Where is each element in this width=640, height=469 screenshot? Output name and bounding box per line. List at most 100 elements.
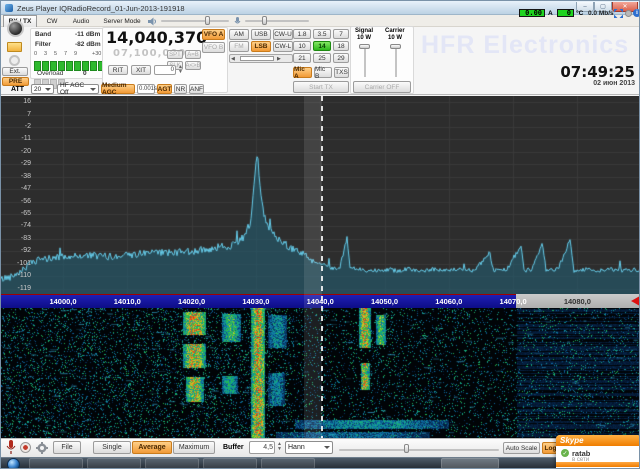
ext-button[interactable]: Ext.: [2, 67, 28, 76]
zoom-slider-track[interactable]: [339, 449, 499, 451]
start-tx-button[interactable]: Start TX: [293, 81, 349, 93]
fullscreen-arrows-icon[interactable]: [614, 9, 623, 18]
auto-scale-button[interactable]: Auto Scale: [503, 442, 540, 454]
signal-slider-thumb[interactable]: [359, 44, 370, 49]
taskbar-app-button[interactable]: [203, 458, 257, 469]
volume-slider-thumb[interactable]: [205, 16, 210, 25]
spectrum-y-label: -119: [3, 285, 31, 292]
mic-slider-track[interactable]: [245, 20, 309, 22]
medium-agc-button[interactable]: Medium AGC: [101, 84, 135, 94]
zoom-slider-thumb[interactable]: [404, 444, 409, 453]
mode-fm-button[interactable]: FM: [229, 41, 249, 52]
mode-cwu-button[interactable]: CW-U: [273, 29, 293, 40]
tab-cw[interactable]: CW: [41, 15, 63, 27]
buffer-spinner[interactable]: 4,5: [249, 441, 275, 454]
skype-popup-header: Skype: [556, 435, 640, 446]
ruler-label: 14070,0: [489, 297, 537, 306]
file-button[interactable]: File: [53, 441, 81, 454]
carrier-label: Carrier: [385, 28, 405, 34]
volume-slider-track[interactable]: [161, 20, 229, 22]
att-combo[interactable]: 20: [31, 84, 54, 94]
single-button[interactable]: Single: [93, 441, 131, 454]
record-icon[interactable]: [20, 442, 31, 453]
spectrum-y-label: -101: [3, 260, 31, 267]
s-meter-scale-label: 9: [74, 51, 77, 57]
skype-notification[interactable]: Skype ✓ ratab в сети: [556, 435, 640, 469]
tab-audio[interactable]: Audio: [67, 15, 95, 27]
buffer-spinner-arrows-icon[interactable]: ▲▼: [277, 442, 282, 452]
rit-button[interactable]: RIT: [108, 65, 128, 75]
mic-a-button[interactable]: Mic A: [293, 67, 312, 78]
taskbar-app-button[interactable]: [29, 458, 83, 469]
scrollbar-thumb[interactable]: [240, 56, 274, 61]
hf-agc-combo[interactable]: HF AGC Off: [57, 84, 99, 94]
gear-icon[interactable]: [36, 442, 48, 454]
overload-label: Overload: [37, 70, 63, 77]
open-file-folder-icon[interactable]: [7, 42, 22, 52]
ruler-label: 14080,0: [553, 297, 601, 306]
anf-button[interactable]: ANF: [189, 84, 204, 94]
carrier-value: 10 W: [388, 35, 402, 41]
xit-button[interactable]: XIT: [131, 65, 151, 75]
band-1-8-button[interactable]: 1.8: [293, 29, 311, 39]
average-button[interactable]: Average: [132, 441, 172, 454]
bitrate-label: 0.0 Mb/s: [588, 10, 614, 17]
taskbar-app-button-active[interactable]: [441, 458, 499, 469]
band-21-button[interactable]: 21: [293, 53, 311, 63]
start-button[interactable]: [7, 458, 20, 469]
mic-slider-thumb[interactable]: [262, 16, 267, 25]
a-equals-b-button[interactable]: A=B: [185, 50, 201, 59]
agt-button[interactable]: AGT: [157, 84, 172, 94]
mode-usb-button[interactable]: USB: [251, 29, 271, 40]
pre-button[interactable]: PRE: [2, 77, 29, 86]
microphone-icon[interactable]: [6, 440, 16, 455]
taskbar-app-button[interactable]: [145, 458, 199, 469]
taskbar-app-button[interactable]: [261, 458, 315, 469]
current-led: 0.00: [519, 9, 545, 17]
signal-slider-track[interactable]: [364, 47, 366, 77]
mode-lsb-button[interactable]: LSB: [251, 41, 271, 52]
tab-server-mode[interactable]: Server Mode: [99, 15, 145, 27]
spectrum-y-label: -110: [3, 272, 31, 279]
tuned-frequency-line[interactable]: [321, 96, 323, 438]
band-14-button[interactable]: 14: [313, 41, 331, 51]
window-function-combo[interactable]: Hann: [285, 441, 333, 454]
mode-cwl-button[interactable]: CW-L: [273, 41, 293, 52]
chevron-down-icon: [324, 446, 330, 449]
record-progress-line: [1, 294, 516, 295]
nr-button[interactable]: NR: [174, 84, 187, 94]
vfo-b-button[interactable]: VFO B: [202, 42, 225, 53]
vfo-a-button[interactable]: VFO A: [202, 29, 225, 40]
spectrum-y-label: -11: [3, 135, 31, 142]
filter-width-scrollbar[interactable]: ◀ ▶: [229, 54, 293, 63]
agc-time-field[interactable]: 0.001s: [137, 84, 155, 94]
main-frequency-display[interactable]: 14,040,370: [106, 28, 207, 47]
taskbar-app-button[interactable]: [87, 458, 141, 469]
tune-knob-icon[interactable]: [7, 20, 24, 37]
band-29-button[interactable]: 29: [333, 53, 349, 63]
maximum-button[interactable]: Maximum: [173, 441, 215, 454]
info-icon[interactable]: i: [633, 9, 640, 17]
spectrum-y-label: -2: [3, 123, 31, 130]
band-18-button[interactable]: 18: [333, 41, 349, 51]
spinner-arrows-icon[interactable]: ▲▼: [178, 65, 183, 75]
band-10-button[interactable]: 10: [293, 41, 311, 51]
scroll-right-icon[interactable]: ▶: [277, 56, 284, 61]
txs-button[interactable]: TXS: [334, 67, 349, 78]
band-3-5-button[interactable]: 3.5: [313, 29, 331, 39]
spectrum-y-label: -38: [3, 173, 31, 180]
stop-icon[interactable]: [9, 55, 20, 66]
a-swap-b-button[interactable]: A<>B: [185, 61, 201, 70]
mic-b-button[interactable]: Mic B: [314, 67, 332, 78]
band-25-button[interactable]: 25: [313, 53, 331, 63]
scroll-left-icon[interactable]: ◀: [231, 56, 238, 61]
rit-offset-spinner[interactable]: 0: [154, 65, 176, 75]
carrier-slider-track[interactable]: [395, 47, 397, 77]
carrier-off-button[interactable]: Carrier OFF: [353, 81, 411, 93]
carrier-slider-thumb[interactable]: [390, 44, 401, 49]
zeus-player-window: Zeus Player IQRadioRecord_01-Jun-2013-19…: [0, 0, 640, 469]
window-title: Zeus Player IQRadioRecord_01-Jun-2013-19…: [17, 4, 185, 13]
mode-am-button[interactable]: AM: [229, 29, 249, 40]
spt-button[interactable]: SPT: [167, 50, 183, 59]
band-7-button[interactable]: 7: [333, 29, 349, 39]
